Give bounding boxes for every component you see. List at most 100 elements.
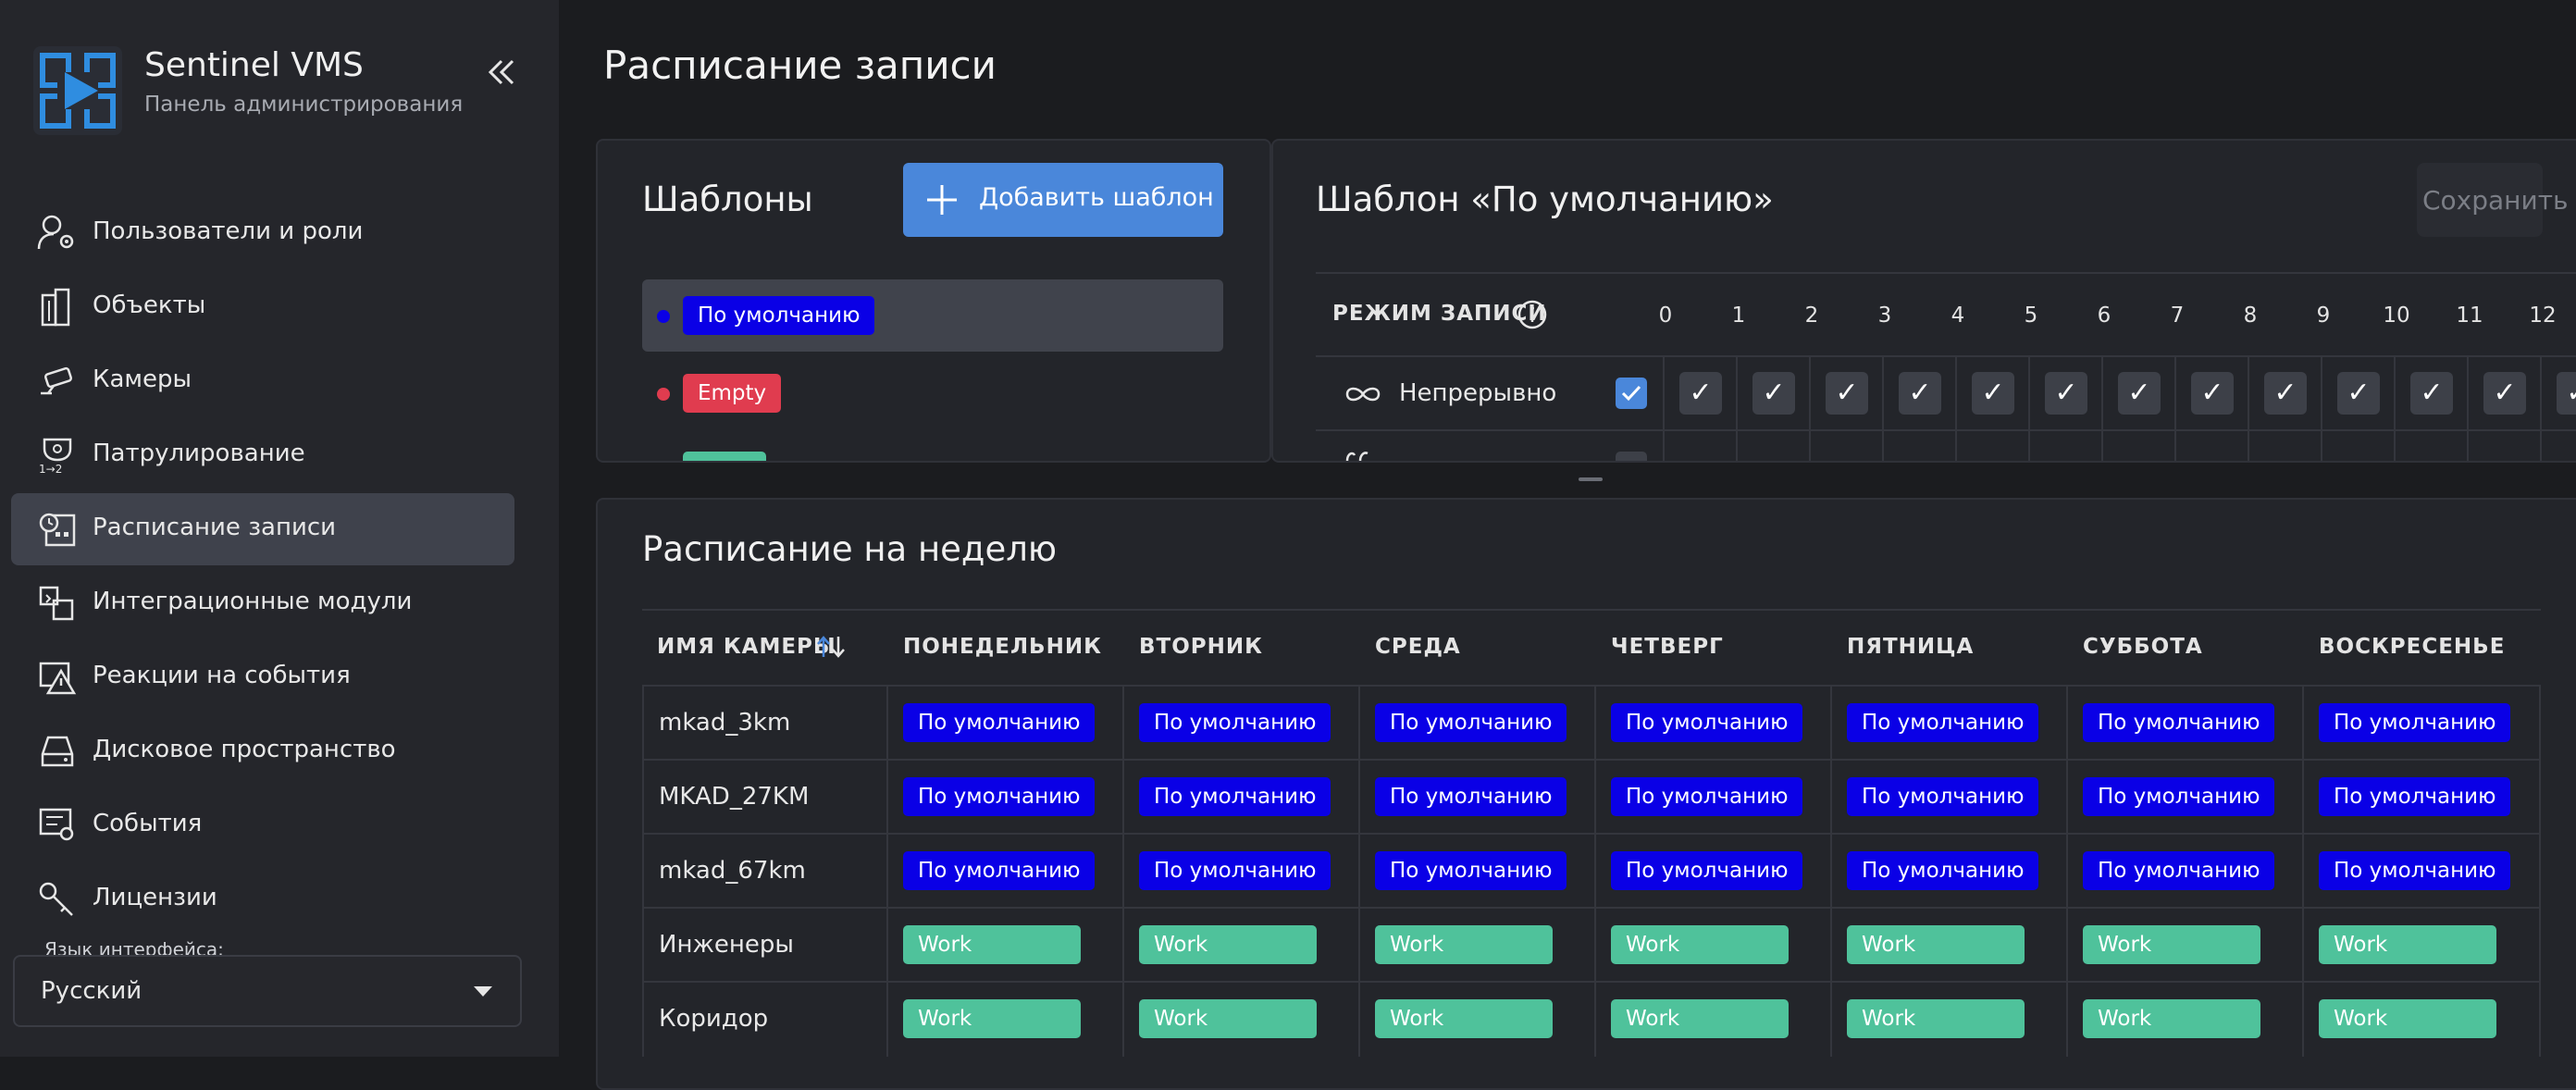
sidebar-item-patrol[interactable]: 1→2 Патрулирование — [11, 419, 514, 491]
disk-icon — [41, 736, 74, 767]
sidebar: Sentinel VMS Панель администрирования По… — [0, 0, 559, 1057]
schedule-badge[interactable]: Work — [1139, 999, 1317, 1038]
panel-resize-handle[interactable] — [1579, 477, 1603, 481]
schedule-badge[interactable]: По умолчанию — [1375, 851, 1567, 890]
users-roles-icon — [37, 215, 74, 250]
mode-enabled-checkbox[interactable] — [1616, 378, 1647, 409]
camera-name: MKAD_27KM — [659, 783, 810, 811]
sidebar-item-events[interactable]: События — [11, 789, 514, 861]
sidebar-item-cameras[interactable]: Камеры — [11, 345, 514, 417]
schedule-badge[interactable]: По умолчанию — [903, 703, 1096, 742]
schedule-badge[interactable]: По умолчанию — [1847, 851, 2039, 890]
hour-checkbox[interactable]: ✓ — [2483, 372, 2526, 415]
schedule-badge[interactable]: Work — [2083, 925, 2260, 964]
schedule-badge[interactable]: По умолчанию — [1847, 703, 2039, 742]
hour-checkbox[interactable]: ✓ — [1752, 372, 1795, 415]
info-icon[interactable] — [1517, 300, 1547, 329]
page-title: Расписание записи — [603, 43, 997, 88]
schedule-badge[interactable]: По умолчанию — [1611, 851, 1803, 890]
hour-checkbox[interactable]: ✓ — [2557, 372, 2576, 415]
app-logo — [33, 46, 122, 135]
schedule-badge[interactable]: По умолчанию — [1611, 777, 1803, 816]
schedule-badge[interactable]: По умолчанию — [1611, 703, 1803, 742]
schedule-badge[interactable]: По умолчанию — [1847, 777, 2039, 816]
schedule-badge[interactable]: Work — [1375, 925, 1553, 964]
sidebar-item-integration[interactable]: Интеграционные модули — [11, 567, 514, 639]
hour-columns: 0 1 2 3 4 5 6 7 8 9 10 11 12 ✓ ✓ ✓ ✓ ✓ ✓… — [1647, 278, 2576, 461]
schedule-badge[interactable]: По умолчанию — [2319, 703, 2511, 742]
hour-label: 2 — [1804, 303, 1819, 328]
schedule-badge[interactable]: Work — [1139, 925, 1317, 964]
camera-name: Инженеры — [659, 931, 794, 959]
schedule-badge[interactable]: Work — [1611, 925, 1789, 964]
hour-checkbox[interactable]: ✓ — [2337, 372, 2380, 415]
hour-label: 10 — [2383, 303, 2410, 328]
hour-label: 11 — [2456, 303, 2483, 328]
hour-checkbox[interactable]: ✓ — [2410, 372, 2453, 415]
camera-name: mkad_67km — [659, 857, 806, 885]
column-header-monday: ПОНЕДЕЛЬНИК — [903, 635, 1102, 659]
buildings-icon — [41, 288, 70, 327]
sidebar-item-disk[interactable]: Дисковое пространство — [11, 715, 514, 787]
schedule-badge[interactable]: По умолчанию — [1139, 777, 1331, 816]
column-header-saturday: СУББОТА — [2083, 635, 2203, 659]
hour-checkbox[interactable]: ✓ — [2191, 372, 2234, 415]
camera-name: mkad_3km — [659, 709, 791, 737]
hour-checkbox[interactable]: ✓ — [1972, 372, 2014, 415]
schedule-badge[interactable]: Work — [1847, 925, 2025, 964]
add-template-button[interactable]: Добавить шаблон — [903, 163, 1223, 237]
sidebar-item-users[interactable]: Пользователи и роли — [11, 197, 514, 269]
app-subtitle: Панель администрирования — [144, 93, 464, 117]
save-label: Сохранить — [2422, 185, 2569, 216]
sidebar-item-schedule[interactable]: Расписание записи — [11, 493, 514, 565]
hour-checkbox[interactable]: ✓ — [1899, 372, 1941, 415]
sidebar-item-objects[interactable]: Объекты — [11, 271, 514, 343]
hour-checkbox[interactable]: ✓ — [2118, 372, 2161, 415]
sidebar-item-label: Реакции на события — [93, 662, 351, 689]
sidebar-item-reactions[interactable]: Реакции на события — [11, 641, 514, 713]
template-list: По умолчанию Empty Work — [598, 274, 1269, 461]
schedule-badge[interactable]: По умолчанию — [2083, 703, 2275, 742]
sidebar-item-licenses[interactable]: Лицензии — [11, 863, 514, 935]
hour-checkbox[interactable]: ✓ — [1679, 372, 1722, 415]
schedule-badge[interactable]: Work — [903, 999, 1081, 1038]
schedule-badge[interactable]: По умолчанию — [903, 777, 1096, 816]
column-header-tuesday: ВТОРНИК — [1139, 635, 1263, 659]
schedule-badge[interactable]: По умолчанию — [1375, 703, 1567, 742]
language-select[interactable]: Русский — [13, 955, 522, 1027]
sort-icon[interactable] — [814, 635, 848, 659]
schedule-badge[interactable]: Work — [2083, 999, 2260, 1038]
schedule-badge[interactable]: По умолчанию — [2083, 777, 2275, 816]
sidebar-item-label: Дисковое пространство — [93, 736, 396, 763]
template-badge: Empty — [683, 374, 782, 413]
mode-checkbox-partial[interactable] — [1616, 452, 1647, 461]
collapse-sidebar-icon[interactable] — [483, 54, 520, 91]
template-item-default[interactable]: По умолчанию — [642, 279, 1223, 352]
template-color-dot — [657, 310, 670, 323]
app-title: Sentinel VMS — [144, 46, 364, 84]
schedule-badge[interactable]: По умолчанию — [1139, 703, 1331, 742]
sidebar-item-label: Расписание записи — [93, 514, 337, 541]
template-item-empty[interactable]: Empty — [642, 357, 1223, 429]
schedule-badge[interactable]: По умолчанию — [903, 851, 1096, 890]
events-icon — [39, 808, 74, 841]
schedule-badge[interactable]: Work — [2319, 999, 2496, 1038]
hour-checkbox[interactable]: ✓ — [1826, 372, 1868, 415]
integration-icon — [39, 586, 74, 621]
schedule-badge[interactable]: Work — [2319, 925, 2496, 964]
schedule-badge[interactable]: Work — [903, 925, 1081, 964]
hour-checkbox[interactable]: ✓ — [2264, 372, 2307, 415]
schedule-badge[interactable]: По умолчанию — [2319, 851, 2511, 890]
schedule-badge[interactable]: По умолчанию — [2083, 851, 2275, 890]
hour-checkbox[interactable]: ✓ — [2045, 372, 2087, 415]
schedule-badge[interactable]: Work — [1375, 999, 1553, 1038]
schedule-badge[interactable]: По умолчанию — [2319, 777, 2511, 816]
column-header-friday: ПЯТНИЦА — [1847, 635, 1975, 659]
schedule-badge[interactable]: По умолчанию — [1375, 777, 1567, 816]
schedule-badge[interactable]: Work — [1847, 999, 2025, 1038]
schedule-badge[interactable]: Work — [1611, 999, 1789, 1038]
save-button[interactable]: Сохранить — [2417, 163, 2569, 237]
schedule-badge[interactable]: По умолчанию — [1139, 851, 1331, 890]
column-header-camera[interactable]: ИМЯ КАМЕРЫ — [657, 635, 836, 659]
template-item-work[interactable]: Work — [642, 435, 1223, 461]
